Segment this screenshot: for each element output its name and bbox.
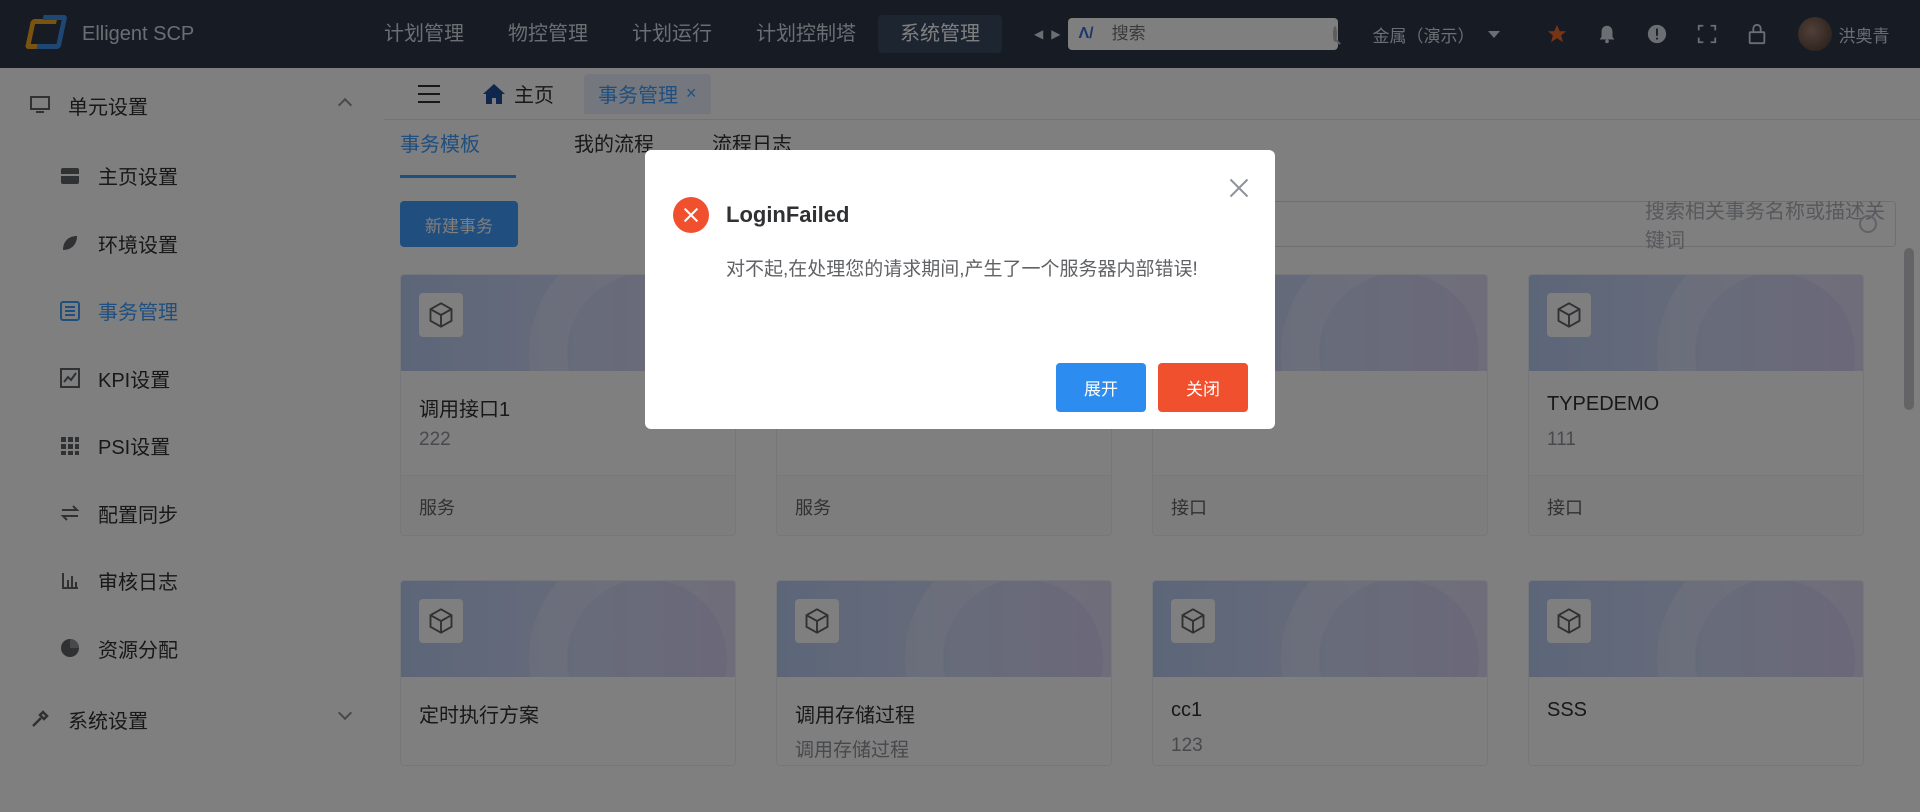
dialog-title: LoginFailed <box>726 202 850 227</box>
close-icon[interactable] <box>1227 176 1251 200</box>
error-dialog: LoginFailed 对不起,在处理您的请求期间,产生了一个服务器内部错误! … <box>645 150 1275 429</box>
error-icon <box>673 197 709 233</box>
close-button[interactable]: 关闭 <box>1158 363 1248 412</box>
dialog-message: 对不起,在处理您的请求期间,产生了一个服务器内部错误! <box>726 259 1198 280</box>
expand-button[interactable]: 展开 <box>1056 363 1146 412</box>
